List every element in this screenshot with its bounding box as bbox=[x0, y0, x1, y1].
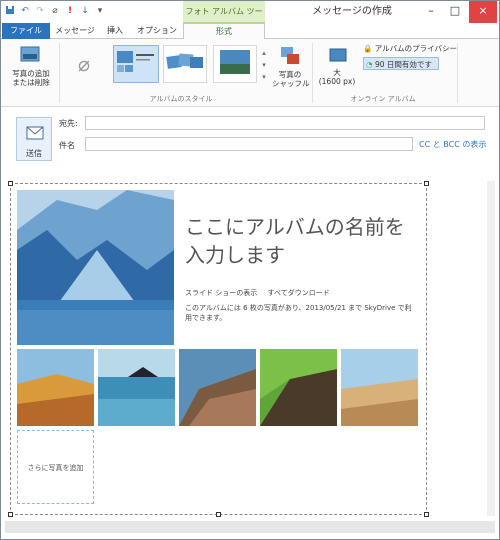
download-all-link[interactable]: すべてダウンロード bbox=[267, 289, 329, 297]
resize-handle[interactable] bbox=[424, 181, 429, 186]
paperclip-style-icon[interactable]: ⌀ bbox=[69, 47, 99, 81]
priority-high-icon[interactable]: ! bbox=[65, 5, 75, 17]
priority-low-icon[interactable]: ↓ bbox=[80, 5, 90, 17]
resize-handle[interactable] bbox=[424, 512, 429, 517]
compose-header: 送信 宛先: 件名 CC と BCC の表示 bbox=[1, 107, 499, 165]
tab-insert[interactable]: 挿入 bbox=[99, 23, 131, 39]
send-mail-icon bbox=[26, 126, 44, 140]
resize-handle[interactable] bbox=[8, 512, 13, 517]
expiry-button[interactable]: ◔ 90 日間有効です bbox=[363, 57, 439, 70]
album-privacy-label: アルバムのプライバシー bbox=[374, 44, 458, 53]
expiry-label: 90 日間有効です bbox=[374, 60, 432, 69]
close-button[interactable]: × bbox=[469, 1, 497, 23]
quick-access-toolbar: ↶ ↷ ⌀ ! ↓ ▾ bbox=[5, 5, 105, 17]
context-tab-group-label: フォト アルバム ツール bbox=[183, 1, 265, 38]
redo-icon[interactable]: ↷ bbox=[35, 5, 45, 17]
add-more-photos-placeholder[interactable]: さらに写真を追加 bbox=[17, 430, 94, 504]
tab-file[interactable]: ファイル bbox=[2, 23, 50, 39]
album-description: このアルバムには 6 枚の写真があり、2013/05/21 まで SkyDriv… bbox=[185, 304, 412, 322]
to-field[interactable] bbox=[85, 116, 485, 130]
slideshow-link[interactable]: スライド ショーの表示 bbox=[185, 289, 257, 297]
send-label: 送信 bbox=[26, 149, 42, 158]
clock-icon: ◔ bbox=[366, 60, 373, 69]
shuffle-photos-button[interactable]: 写真の シャッフル bbox=[272, 43, 310, 93]
photo-size-dropdown[interactable]: 大 (1600 px) bbox=[316, 43, 358, 93]
album-privacy-button[interactable]: 🔒 アルバムのプライバシー bbox=[363, 43, 461, 55]
photo-size-label: 大 (1600 px) bbox=[318, 68, 356, 86]
album-thumbnail[interactable] bbox=[98, 349, 175, 426]
ribbon-tabs: ファイル メッセージ 挿入 オプション 形式 bbox=[1, 23, 499, 40]
subject-field[interactable] bbox=[85, 137, 413, 151]
album-style-option-1[interactable] bbox=[113, 45, 159, 83]
undo-icon[interactable]: ↶ bbox=[20, 5, 30, 17]
show-cc-bcc-link[interactable]: CC と BCC の表示 bbox=[419, 139, 486, 150]
tab-format[interactable]: 形式 bbox=[183, 23, 265, 40]
album-links: スライド ショーの表示 すべてダウンロード bbox=[185, 288, 330, 298]
add-remove-photos-button[interactable]: 写真の追加 または削除 bbox=[7, 43, 55, 93]
album-thumbnail[interactable] bbox=[17, 349, 94, 426]
album-style-option-2[interactable] bbox=[163, 45, 207, 83]
album-thumbnail[interactable] bbox=[179, 349, 256, 426]
shuffle-icon bbox=[281, 47, 299, 64]
album-style-scroll[interactable]: ▴ ▾ ▾ bbox=[260, 47, 268, 83]
online-album-group-label: オンライン アルバム bbox=[350, 95, 416, 103]
photo-size-icon bbox=[329, 48, 347, 62]
tab-options[interactable]: オプション bbox=[135, 23, 179, 39]
add-remove-photos-label: 写真の追加 または削除 bbox=[12, 69, 50, 87]
status-bar bbox=[5, 521, 495, 533]
album-title[interactable]: ここにアルバムの名前を入力します bbox=[185, 213, 415, 269]
shuffle-photos-label: 写真の シャッフル bbox=[272, 70, 310, 88]
customize-icon[interactable]: ▾ bbox=[95, 5, 105, 17]
maximize-button[interactable]: □ bbox=[443, 1, 467, 23]
title-bar: ↶ ↷ ⌀ ! ↓ ▾ フォト アルバム ツール メッセージの作成 – □ × bbox=[1, 1, 499, 38]
ribbon-separator bbox=[59, 43, 60, 103]
window-title: メッセージの作成 bbox=[312, 6, 392, 17]
album-cover-photo[interactable] bbox=[17, 190, 174, 345]
resize-handle[interactable] bbox=[8, 181, 13, 186]
send-button[interactable]: 送信 bbox=[16, 117, 52, 161]
album-thumbnail[interactable] bbox=[260, 349, 337, 426]
photo-add-icon bbox=[20, 46, 40, 62]
resize-handle[interactable] bbox=[216, 512, 221, 517]
album-thumbnail[interactable] bbox=[341, 349, 418, 426]
attach-icon[interactable]: ⌀ bbox=[50, 5, 60, 17]
save-icon[interactable] bbox=[5, 5, 15, 17]
ribbon-separator bbox=[312, 43, 313, 103]
album-style-option-3[interactable] bbox=[213, 45, 257, 83]
ribbon: 写真の追加 または削除 ⌀ ▴ ▾ ▾ アルバムのスタイル 写真の シャッフル 大 … bbox=[1, 39, 499, 107]
tab-message[interactable]: メッセージ bbox=[53, 23, 97, 39]
vertical-scrollbar[interactable] bbox=[487, 181, 495, 516]
ribbon-separator bbox=[457, 43, 458, 103]
album-style-group-label: アルバムのスタイル bbox=[149, 95, 213, 103]
subject-label: 件名 bbox=[59, 141, 75, 150]
to-label: 宛先: bbox=[59, 119, 78, 128]
lock-icon: 🔒 bbox=[363, 44, 373, 53]
compose-window: ↶ ↷ ⌀ ! ↓ ▾ フォト アルバム ツール メッセージの作成 – □ × … bbox=[0, 0, 500, 540]
minimize-button[interactable]: – bbox=[419, 1, 443, 23]
